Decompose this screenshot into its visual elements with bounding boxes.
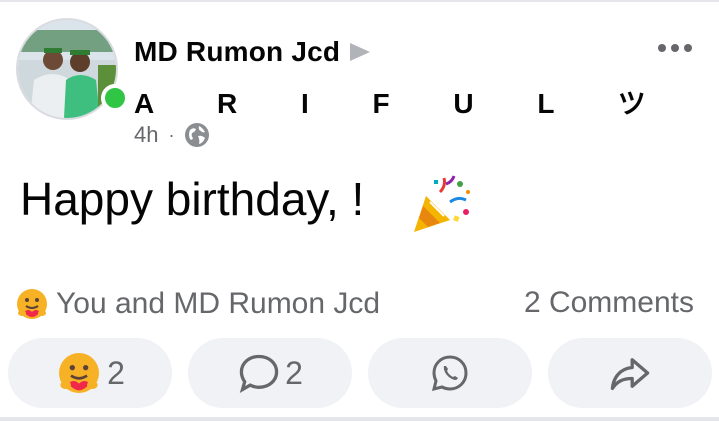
care-emoji-icon xyxy=(17,289,47,319)
bottom-divider xyxy=(0,417,719,421)
care-emoji-icon xyxy=(59,353,100,393)
whatsapp-icon xyxy=(431,355,468,392)
top-divider xyxy=(0,0,719,2)
comment-button[interactable]: 2 xyxy=(188,338,352,408)
dot xyxy=(684,44,692,52)
reactions-text: You and MD Rumon Jcd xyxy=(56,287,381,320)
reaction-summary[interactable]: You and MD Rumon Jcd xyxy=(14,286,380,322)
author-name[interactable]: MD Rumon Jcd xyxy=(134,36,340,68)
more-options-icon[interactable] xyxy=(658,44,692,52)
share-button[interactable] xyxy=(548,338,712,408)
comments-count-link[interactable]: 2 Comments xyxy=(524,286,694,320)
post-time[interactable]: 4h xyxy=(134,122,158,148)
share-arrow-icon xyxy=(610,358,650,391)
dot xyxy=(671,44,679,52)
party-popper-icon xyxy=(414,175,470,232)
target-name[interactable]: A R I F U L ツ xyxy=(134,82,674,122)
whatsapp-share-button[interactable] xyxy=(368,338,532,408)
post-header: MD Rumon Jcd xyxy=(134,34,371,70)
dot xyxy=(658,44,666,52)
comment-count: 2 xyxy=(285,354,303,391)
post-meta: 4h · xyxy=(134,122,210,148)
meta-separator: · xyxy=(168,124,175,145)
post-text: Happy birthday, ! xyxy=(20,173,365,225)
online-status-dot xyxy=(101,84,129,112)
react-count: 2 xyxy=(107,354,125,391)
comment-bubble-icon xyxy=(239,354,279,393)
react-button[interactable]: 2 xyxy=(8,338,172,408)
right-triangle-arrow-icon xyxy=(350,43,371,61)
globe-icon[interactable] xyxy=(184,122,210,148)
